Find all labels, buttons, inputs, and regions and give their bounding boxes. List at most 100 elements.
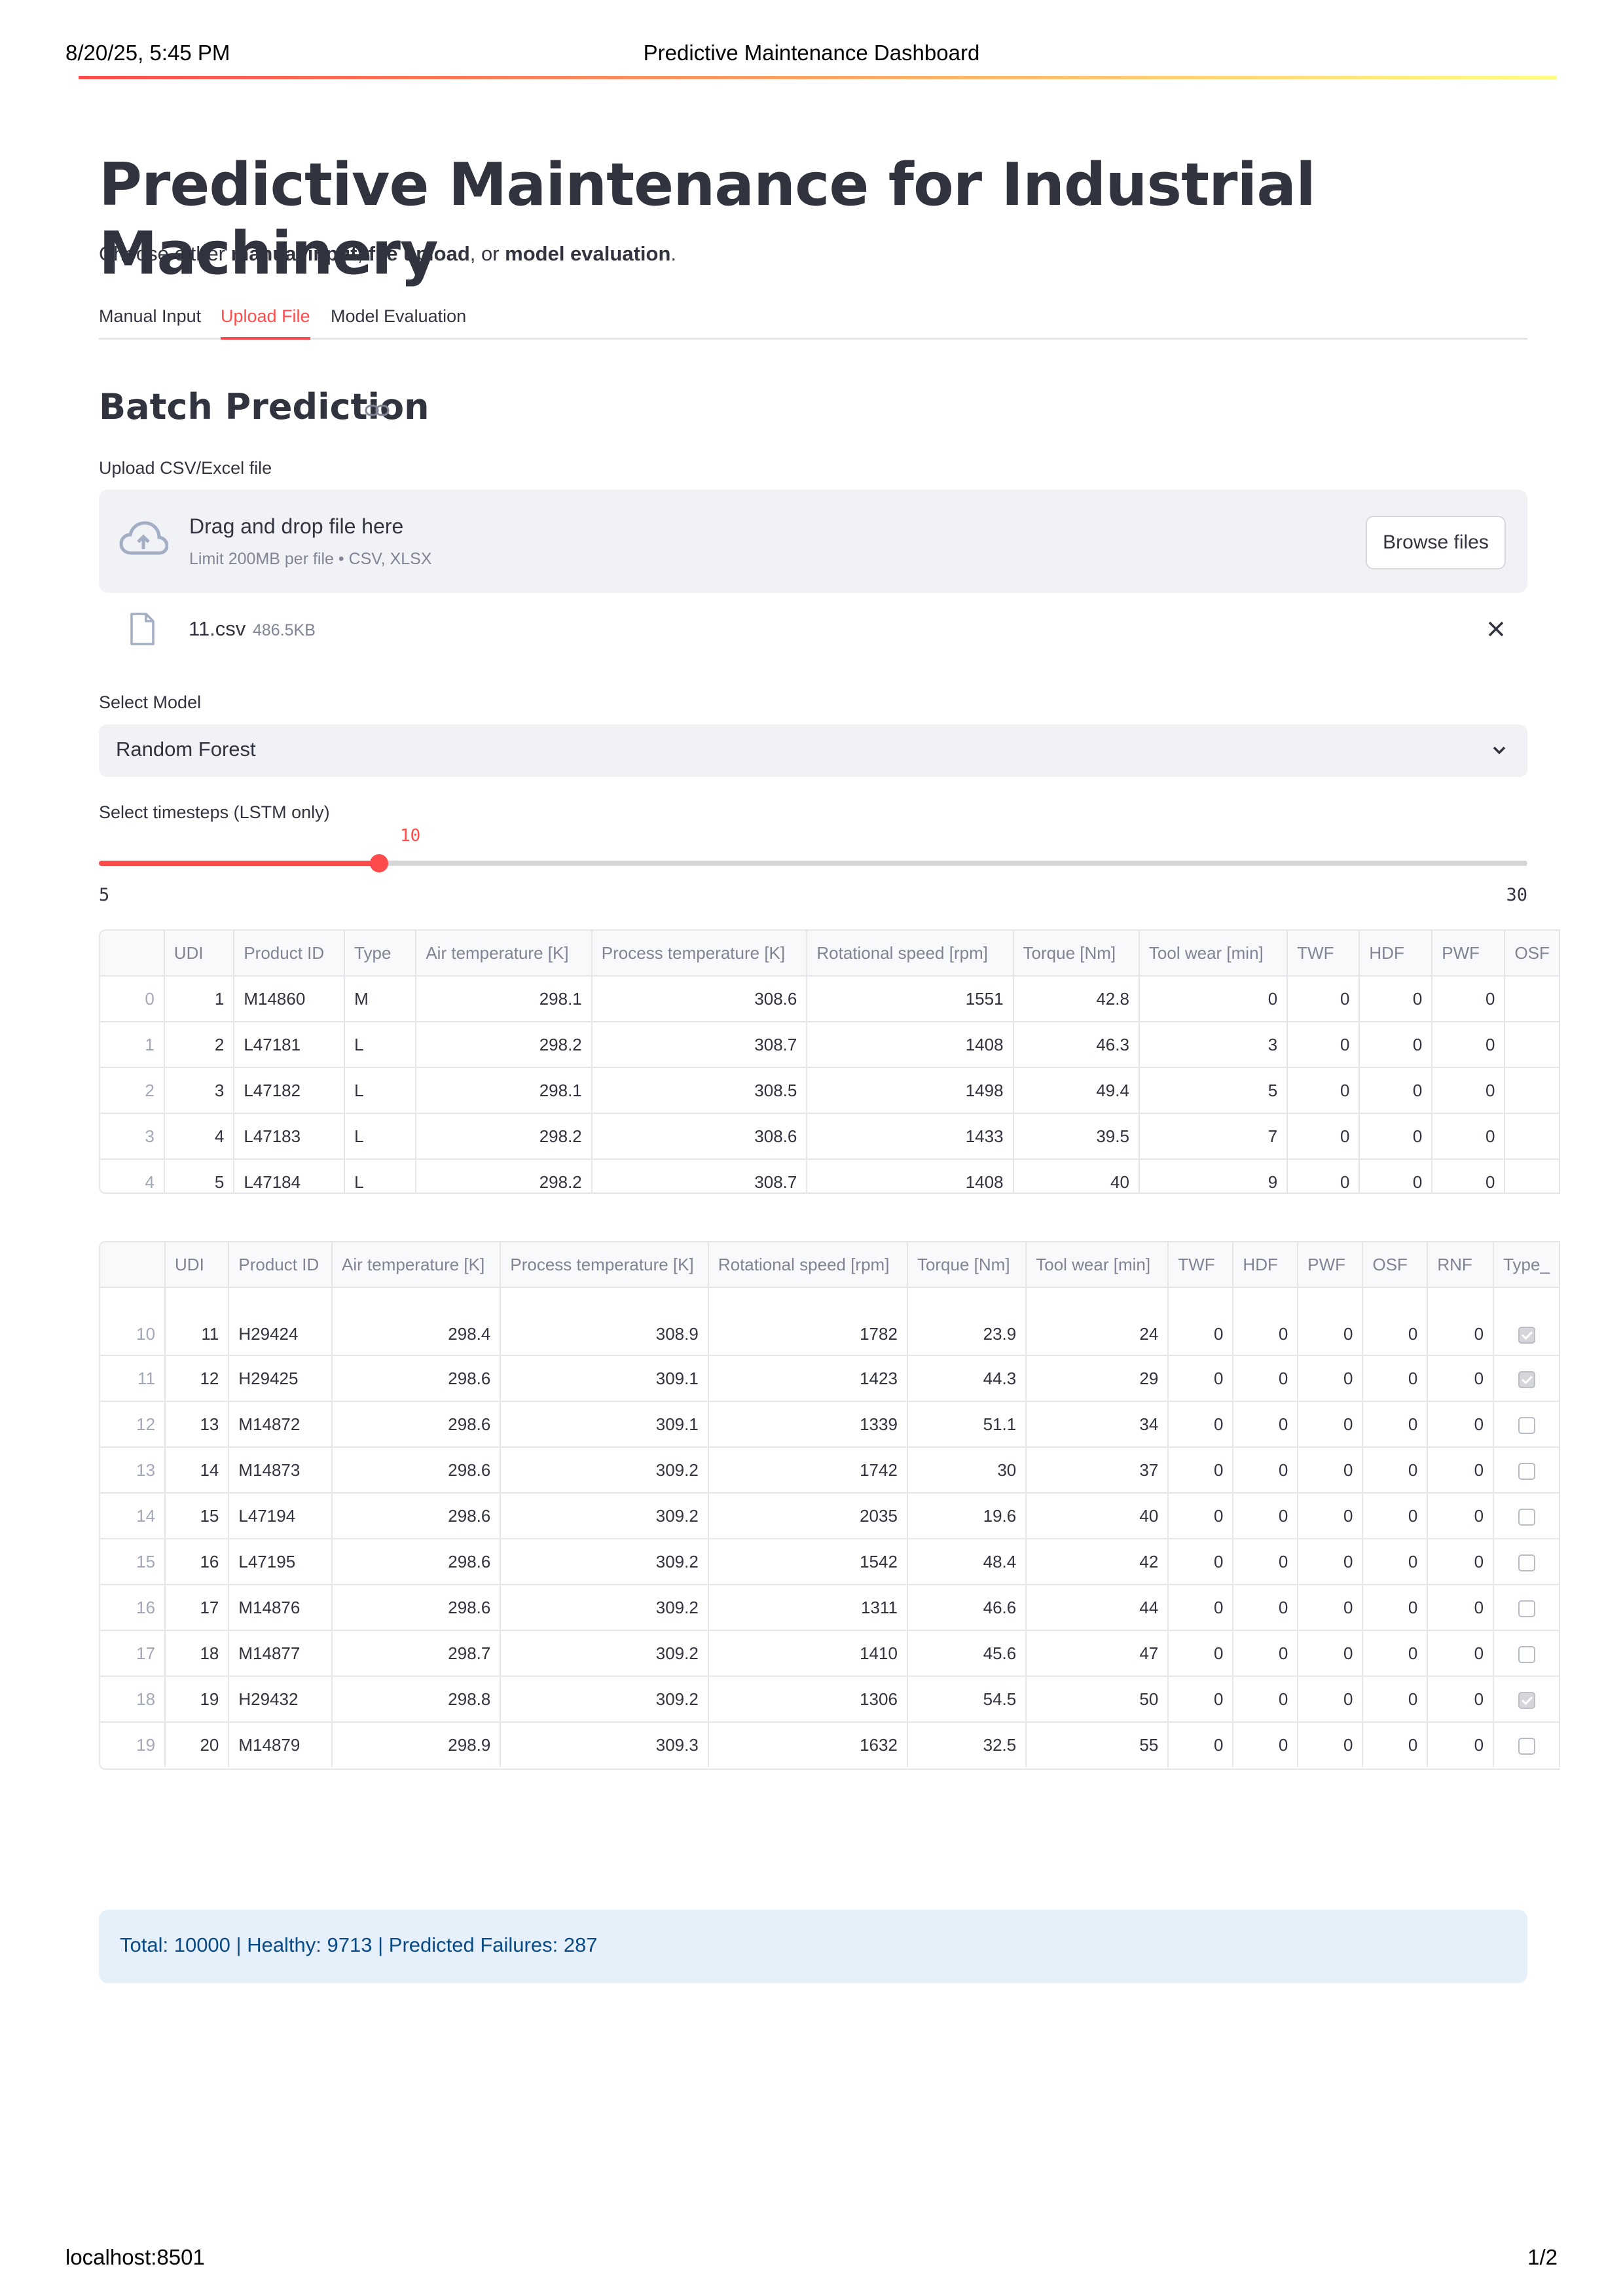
table-cell: 0 (1427, 1355, 1495, 1402)
table-cell: 0 (1168, 1287, 1234, 1356)
tab-upload-file[interactable]: Upload File (221, 306, 310, 340)
table-cell: 0 (1359, 1022, 1433, 1068)
column-header[interactable]: Rotational speed [rpm] (807, 931, 1014, 977)
table-cell: 47 (1026, 1630, 1169, 1677)
table-cell: 298.6 (332, 1401, 501, 1448)
table-cell: 1498 (807, 1067, 1014, 1114)
checkbox-checked[interactable] (1518, 1371, 1535, 1388)
table-cell: 0 (1168, 1630, 1234, 1677)
checkbox-unchecked[interactable] (1518, 1600, 1535, 1617)
table-row[interactable]: 3 4 L47183 L 298.2 308.6 1433 39.5 7 0 0 0 (100, 1113, 1560, 1160)
checkbox-unchecked[interactable] (1518, 1645, 1535, 1663)
table-cell: 0 (1287, 1067, 1360, 1114)
column-header[interactable]: HDF (1233, 1242, 1299, 1288)
checkbox-unchecked[interactable] (1518, 1416, 1535, 1434)
table-row[interactable]: 4 5 L47184 L 298.2 308.7 1408 40 9 0 0 0 (100, 1159, 1560, 1193)
table-row[interactable]: 10 11 H29424 298.4 308.9 1782 23.9 24 0 0 0 0 0 (100, 1287, 1560, 1356)
column-header[interactable]: Product ID (228, 1242, 333, 1288)
table-cell: 0 (1233, 1585, 1299, 1631)
column-header[interactable]: Product ID (234, 931, 346, 977)
column-header[interactable]: RNF (1427, 1242, 1495, 1288)
table-cell: 46.6 (907, 1585, 1027, 1631)
column-header[interactable] (100, 1242, 166, 1288)
table-row[interactable]: 19 20 M14879 298.9 309.3 1632 32.5 55 0 0 0 0 0 (100, 1722, 1560, 1767)
dataframe-preview[interactable]: UDI Product ID Type Air temperature [K] Proc… (99, 929, 1560, 1194)
tab-manual-input[interactable]: Manual Input (99, 306, 201, 337)
upload-label: Upload CSV/Excel file (99, 458, 272, 478)
table-cell: 42.8 (1013, 976, 1140, 1022)
remove-file-icon[interactable] (1484, 617, 1508, 641)
table-cell: 2 (164, 1022, 235, 1068)
table-cell: 0 (1362, 1287, 1429, 1356)
column-header[interactable]: Torque [Nm] (1013, 931, 1140, 977)
table-row[interactable]: 17 18 M14877 298.7 309.2 1410 45.6 47 0 0 0 0 0 (100, 1630, 1560, 1677)
table-header-row: UDI Product ID Type Air temperature [K] Proc… (100, 931, 1560, 977)
checkbox-unchecked[interactable] (1518, 1508, 1535, 1526)
table-row[interactable]: 2 3 L47182 L 298.1 308.5 1498 49.4 5 0 0 0 (100, 1067, 1560, 1114)
column-header[interactable]: TWF (1287, 931, 1360, 977)
checkbox-checked[interactable] (1518, 1327, 1535, 1344)
column-header[interactable]: Air temperature [K] (416, 931, 593, 977)
file-dropzone[interactable]: Drag and drop file here Limit 200MB per … (99, 490, 1527, 593)
column-header[interactable]: OSF (1362, 1242, 1429, 1288)
model-select[interactable]: Random Forest (99, 725, 1527, 777)
table-cell: 0 (1427, 1630, 1495, 1677)
table-cell: 0 (1362, 1401, 1429, 1448)
column-header[interactable]: OSF (1504, 931, 1560, 977)
checkbox-unchecked[interactable] (1518, 1554, 1535, 1571)
table-cell: 309.2 (500, 1493, 709, 1539)
column-header[interactable]: Tool wear [min] (1026, 1242, 1169, 1288)
column-header[interactable]: Rotational speed [rpm] (708, 1242, 908, 1288)
table-cell: 0 (1362, 1630, 1429, 1677)
column-header[interactable]: TWF (1168, 1242, 1234, 1288)
dataframe-results[interactable]: UDI Product ID Air temperature [K] Process … (99, 1241, 1560, 1770)
column-header[interactable]: Process temperature [K] (500, 1242, 709, 1288)
table-row[interactable]: 15 16 L47195 298.6 309.2 1542 48.4 42 0 0 0 0 0 (100, 1539, 1560, 1585)
table-row[interactable]: 11 12 H29425 298.6 309.1 1423 44.3 29 0 0 0 0 0 (100, 1355, 1560, 1402)
table-cell: 0 (1298, 1630, 1364, 1677)
table-row[interactable]: 0 1 M14860 M 298.1 308.6 1551 42.8 0 0 0 0 (100, 976, 1560, 1022)
column-header[interactable]: UDI (164, 931, 235, 977)
type-checkbox-cell (1493, 1355, 1560, 1402)
table-cell: M14876 (228, 1585, 333, 1631)
column-header[interactable]: Torque [Nm] (907, 1242, 1027, 1288)
column-header[interactable]: Tool wear [min] (1139, 931, 1288, 977)
table-row[interactable]: 1 2 L47181 L 298.2 308.7 1408 46.3 3 0 0 0 (100, 1022, 1560, 1068)
table-cell: 0 (1298, 1539, 1364, 1585)
table-row[interactable]: 18 19 H29432 298.8 309.2 1306 54.5 50 0 0 0 0 0 (100, 1676, 1560, 1723)
column-header[interactable]: Air temperature [K] (332, 1242, 501, 1288)
slider-thumb[interactable] (369, 854, 388, 872)
table-cell: 45.6 (907, 1630, 1027, 1677)
table-row[interactable]: 12 13 M14872 298.6 309.1 1339 51.1 34 0 0 0 0 0 (100, 1401, 1560, 1448)
tab-model-evaluation[interactable]: Model Evaluation (331, 306, 466, 337)
table-cell: 54.5 (907, 1676, 1027, 1723)
checkbox-unchecked[interactable] (1518, 1737, 1535, 1755)
uploaded-file-row: 11.csv 486.5KB (99, 605, 1527, 658)
column-header[interactable] (100, 931, 165, 977)
dropzone-title: Drag and drop file here (189, 514, 404, 538)
column-header[interactable]: UDI (165, 1242, 230, 1288)
checkbox-unchecked[interactable] (1518, 1462, 1535, 1480)
dropzone-limit-text: Limit 200MB per file • CSV, XLSX (189, 550, 432, 568)
column-header[interactable]: Process temperature [K] (591, 931, 808, 977)
column-header[interactable]: PWF (1298, 1242, 1364, 1288)
row-index: 10 (100, 1287, 166, 1356)
checkbox-checked[interactable] (1518, 1691, 1535, 1709)
column-header[interactable]: PWF (1432, 931, 1506, 977)
column-header[interactable]: HDF (1359, 931, 1433, 977)
column-header[interactable]: Type_ (1493, 1242, 1560, 1288)
table-row[interactable]: 14 15 L47194 298.6 309.2 2035 19.6 40 0 0 0 0 0 (100, 1493, 1560, 1539)
column-header[interactable]: Type (344, 931, 417, 977)
table-cell: 308.6 (591, 976, 808, 1022)
slider-fill (99, 861, 379, 866)
table-cell: 0 (1427, 1287, 1495, 1356)
timesteps-slider[interactable] (99, 854, 1527, 872)
table-row[interactable]: 16 17 M14876 298.6 309.2 1311 46.6 44 0 0 0 0 0 (100, 1585, 1560, 1631)
browse-files-button[interactable]: Browse files (1366, 516, 1506, 569)
chevron-down-icon (1493, 746, 1506, 755)
link-icon[interactable] (364, 401, 390, 420)
table-row[interactable]: 13 14 M14873 298.6 309.2 1742 30 37 0 0 0 0 0 (100, 1447, 1560, 1494)
table-cell: 42 (1026, 1539, 1169, 1585)
table-cell: 309.2 (500, 1447, 709, 1494)
table-cell: L (344, 1159, 417, 1193)
